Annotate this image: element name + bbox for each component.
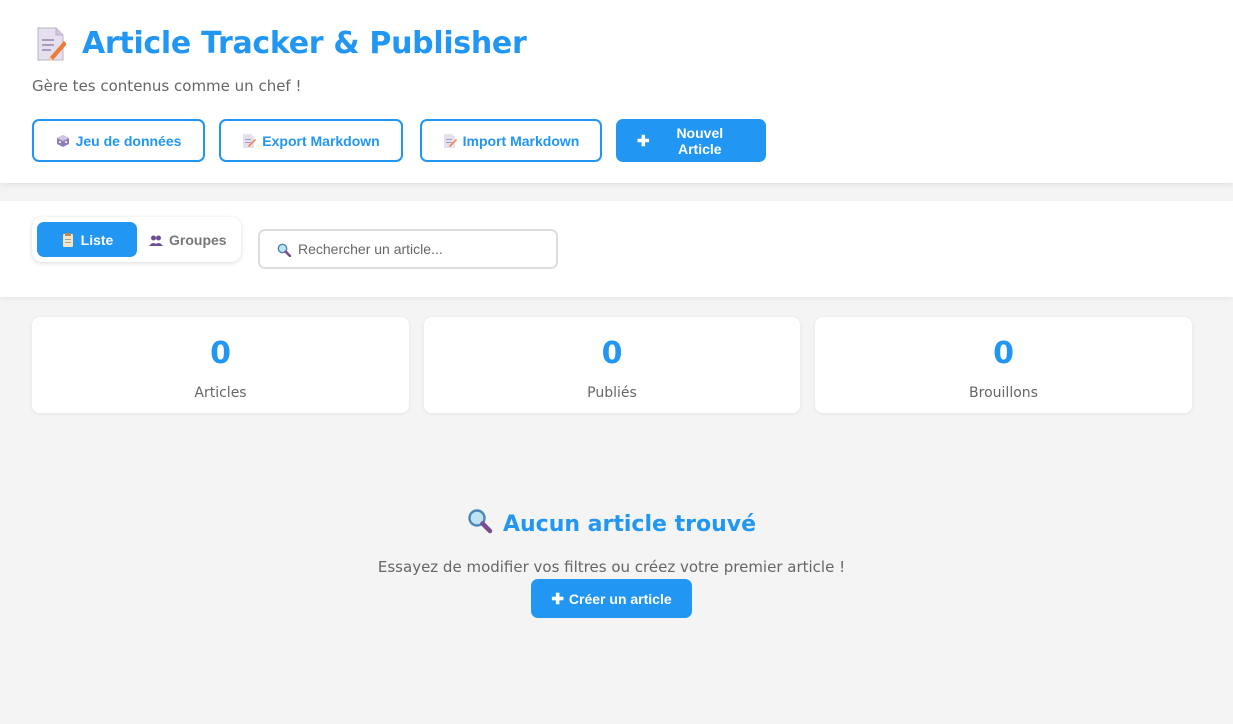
search-input[interactable] bbox=[298, 241, 538, 257]
dataset-button-label: Jeu de données bbox=[75, 132, 182, 149]
page-subtitle: Gère tes contenus comme un chef ! bbox=[32, 77, 302, 95]
view-list-tab[interactable]: Liste bbox=[37, 222, 137, 257]
new-article-button[interactable]: ✚ Nouvel Article bbox=[616, 119, 766, 162]
export-markdown-button[interactable]: Export Markdown bbox=[219, 119, 403, 162]
export-markdown-label: Export Markdown bbox=[262, 132, 380, 149]
plus-icon: ✚ bbox=[637, 132, 650, 150]
stat-value: 0 bbox=[993, 336, 1014, 371]
memo-icon bbox=[36, 27, 66, 61]
empty-state-title-text: Aucun article trouvé bbox=[502, 511, 757, 537]
new-article-label: Nouvel Article bbox=[676, 124, 724, 157]
empty-state: Aucun article trouvé Essayez de modifier… bbox=[0, 508, 1223, 618]
view-groups-label: Groupes bbox=[169, 231, 227, 248]
people-icon bbox=[149, 233, 163, 247]
stat-card-drafts: 0 Brouillons bbox=[815, 317, 1192, 413]
view-list-label: Liste bbox=[80, 231, 114, 248]
clipboard-icon bbox=[61, 232, 75, 247]
view-toggle: Liste Groupes bbox=[32, 217, 241, 262]
dice-icon bbox=[56, 134, 70, 148]
filter-toolbar: Liste Groupes bbox=[0, 201, 1233, 297]
empty-state-message: Essayez de modifier vos filtres ou créez… bbox=[377, 558, 846, 576]
stat-label: Articles bbox=[194, 385, 247, 401]
stat-card-articles: 0 Articles bbox=[32, 317, 409, 413]
page-title: Article Tracker & Publisher bbox=[82, 26, 527, 61]
memo-icon bbox=[443, 133, 457, 148]
stat-label: Publiés bbox=[587, 385, 637, 401]
search-box bbox=[258, 229, 558, 269]
magnifier-icon bbox=[467, 508, 493, 540]
empty-state-title: Aucun article trouvé bbox=[467, 508, 756, 540]
plus-icon: ✚ bbox=[551, 590, 564, 608]
create-article-label: Créer un article bbox=[568, 590, 672, 607]
stat-card-published: 0 Publiés bbox=[424, 317, 800, 413]
magnifier-icon bbox=[277, 242, 292, 258]
memo-icon bbox=[242, 133, 257, 148]
stat-value: 0 bbox=[210, 336, 231, 371]
import-markdown-label: Import Markdown bbox=[462, 132, 580, 149]
stats-row: 0 Articles 0 Publiés 0 Brouillons bbox=[32, 317, 1192, 413]
dataset-button[interactable]: Jeu de données bbox=[32, 119, 205, 162]
app-header: Article Tracker & Publisher Gère tes con… bbox=[0, 0, 1233, 183]
view-groups-tab[interactable]: Groupes bbox=[137, 222, 227, 257]
title-row: Article Tracker & Publisher bbox=[36, 26, 527, 61]
create-article-button[interactable]: ✚ Créer un article bbox=[531, 579, 692, 618]
stat-label: Brouillons bbox=[969, 385, 1038, 401]
import-markdown-button[interactable]: Import Markdown bbox=[420, 119, 602, 162]
stat-value: 0 bbox=[601, 336, 623, 371]
action-bar: Jeu de données Export Markdown Import Ma… bbox=[32, 119, 766, 162]
